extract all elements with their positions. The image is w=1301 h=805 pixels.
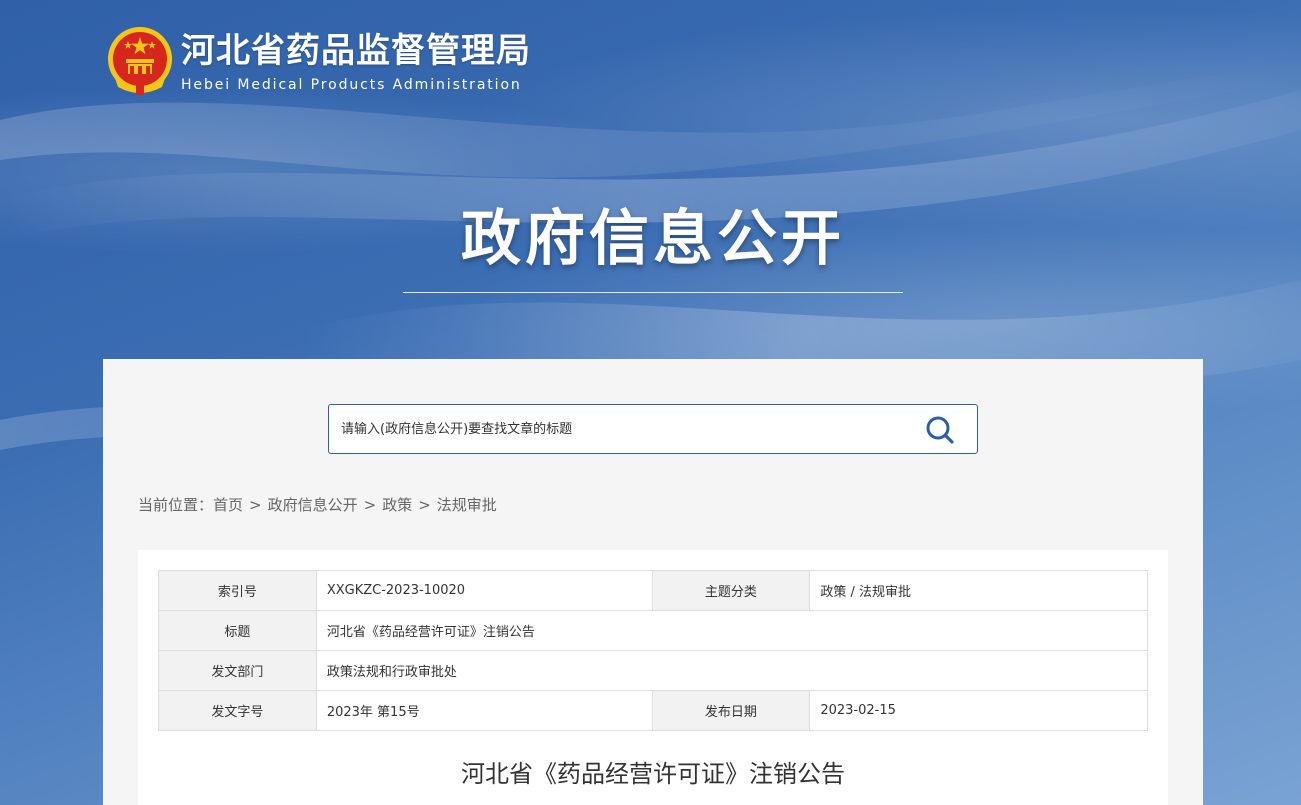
table-row: 索引号 XXGKZC-2023-10020 主题分类 政策 / 法规审批	[158, 570, 1148, 611]
main-content: 当前位置：首页 > 政府信息公开 > 政策 > 法规审批 索引号 XXGKZC-2023-1…	[103, 359, 1203, 805]
breadcrumb: 当前位置：首页 > 政府信息公开 > 政策 > 法规审批	[138, 495, 497, 515]
breadcrumb-prefix: 当前位置：	[138, 496, 214, 514]
table-row: 发文部门 政策法规和行政审批处	[158, 650, 1149, 691]
document-number-value: 2023年 第15号	[315, 690, 653, 731]
page-heading: 政府信息公开	[461, 204, 845, 274]
search-input[interactable]	[341, 405, 921, 453]
category-value: 政策 / 法规审批	[809, 570, 1148, 611]
table-row: 标题 河北省《药品经营许可证》注销公告	[158, 610, 1149, 651]
breadcrumb-separator: >	[363, 496, 377, 514]
site-name-english: Hebei Medical Products Administration	[181, 77, 522, 93]
document-metadata-table: 索引号 XXGKZC-2023-10020 主题分类 政策 / 法规审批 标题 …	[158, 570, 1149, 731]
index-value: XXGKZC-2023-10020	[315, 570, 653, 611]
article-title: 河北省《药品经营许可证》注销公告	[461, 760, 845, 788]
search-box	[328, 404, 978, 454]
publish-date-label: 发布日期	[651, 690, 811, 731]
breadcrumb-home[interactable]: 首页	[213, 496, 243, 514]
heading-divider	[403, 292, 903, 293]
national-emblem-icon	[106, 25, 174, 97]
search-icon[interactable]	[925, 415, 955, 445]
breadcrumb-policy[interactable]: 政策	[382, 496, 412, 514]
department-label: 发文部门	[158, 650, 317, 691]
breadcrumb-gov-info[interactable]: 政府信息公开	[268, 496, 358, 514]
document-number-label: 发文字号	[158, 690, 317, 731]
department-value: 政策法规和行政审批处	[315, 650, 1149, 691]
breadcrumb-separator: >	[249, 496, 262, 514]
title-label: 标题	[158, 610, 317, 651]
publish-date-value: 2023-02-15	[809, 690, 1148, 731]
title-value: 河北省《药品经营许可证》注销公告	[315, 610, 1149, 651]
index-label: 索引号	[158, 570, 317, 611]
breadcrumb-regulation-approval[interactable]: 法规审批	[437, 496, 497, 514]
breadcrumb-separator: >	[418, 496, 431, 514]
site-name: 河北省药品监督管理局	[181, 31, 531, 71]
table-row: 发文字号 2023年 第15号 发布日期 2023-02-15	[158, 690, 1148, 731]
article-card: 索引号 XXGKZC-2023-10020 主题分类 政策 / 法规审批 标题 …	[138, 550, 1168, 805]
category-label: 主题分类	[651, 570, 811, 611]
